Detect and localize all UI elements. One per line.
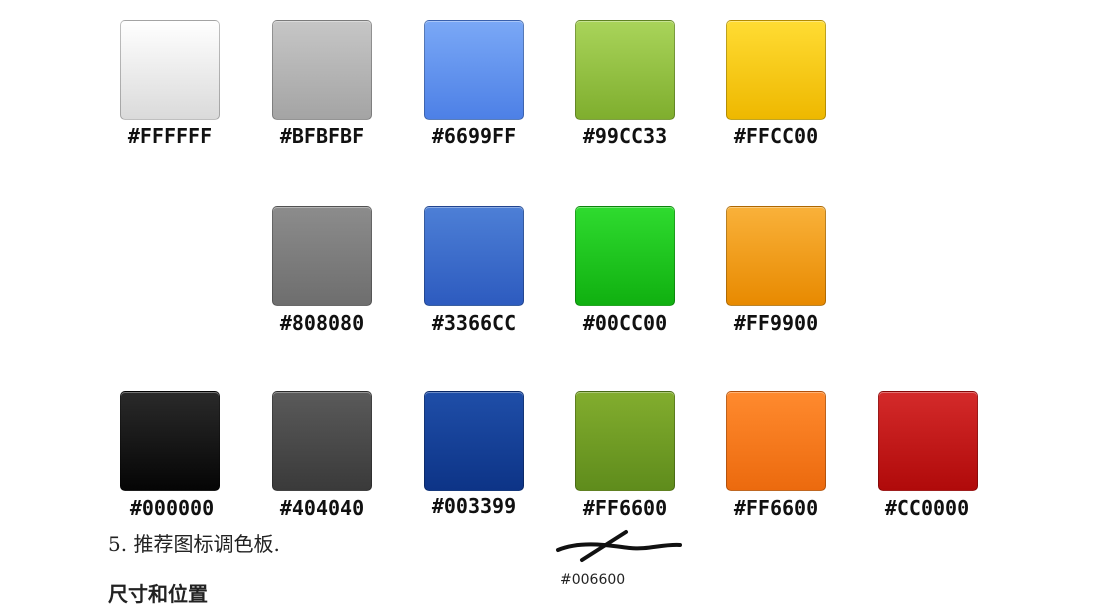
swatch-label: #000000	[129, 496, 215, 520]
swatch-000000	[120, 391, 220, 491]
swatch-ff9900	[726, 206, 826, 306]
swatch-00cc00	[575, 206, 675, 306]
swatch-ffcc00	[726, 20, 826, 120]
swatch-label: #3366CC	[431, 311, 517, 335]
swatch-3366cc	[424, 206, 524, 306]
swatch-label: #6699FF	[431, 124, 517, 148]
swatch-label: #404040	[279, 496, 365, 520]
swatch-99cc33	[575, 20, 675, 120]
section-heading: 尺寸和位置	[108, 582, 208, 606]
swatch-label: #FFCC00	[733, 124, 819, 148]
swatch-label: #FF6600	[733, 496, 819, 520]
swatch-404040	[272, 391, 372, 491]
swatch-label: #99CC33	[582, 124, 668, 148]
swatch-label: #FF9900	[733, 311, 819, 335]
swatch-003399	[424, 391, 524, 491]
swatch-label: #FFFFFF	[127, 124, 213, 148]
swatch-cc0000	[878, 391, 978, 491]
swatch-ff6600	[726, 391, 826, 491]
handwritten-note: #006600	[560, 572, 626, 588]
swatch-label: #BFBFBF	[279, 124, 365, 148]
swatch-label: #00CC00	[582, 311, 668, 335]
strikethrough-scribble	[556, 530, 682, 562]
swatch-label: #003399	[431, 494, 517, 518]
swatch-label: #CC0000	[884, 496, 970, 520]
swatch-ffffff	[120, 20, 220, 120]
swatch-label: #FF6600	[582, 496, 668, 520]
swatch-green-dark	[575, 391, 675, 491]
swatch-6699ff	[424, 20, 524, 120]
figure-caption: 5. 推荐图标调色板.	[108, 532, 280, 556]
swatch-bfbfbf	[272, 20, 372, 120]
swatch-label: #808080	[279, 311, 365, 335]
swatch-808080	[272, 206, 372, 306]
